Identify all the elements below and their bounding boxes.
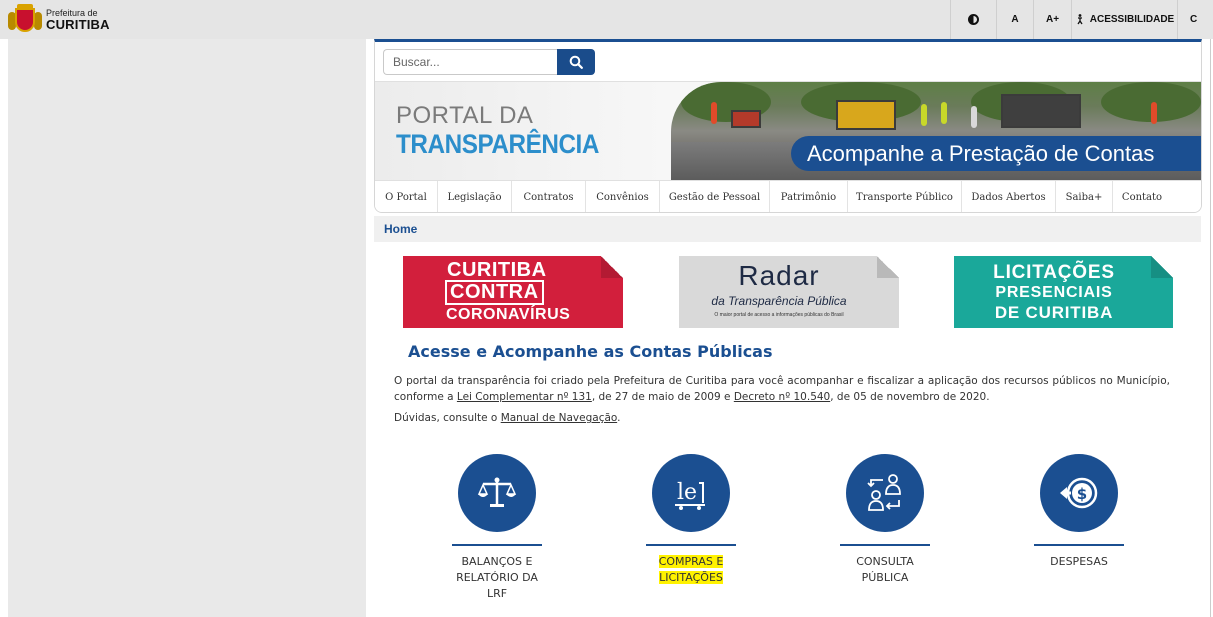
card-label-line: PÚBLICA xyxy=(861,571,909,584)
dollar-coin-icon[interactable]: $ xyxy=(1040,454,1118,532)
nav-legislacao[interactable]: Legislação xyxy=(438,181,512,212)
card-label[interactable]: COMPRAS E LICITAÇÕES xyxy=(626,554,756,586)
radar-tagline: O maior portal de acesso a informações p… xyxy=(714,312,844,318)
promo-radar-banner[interactable]: Radar da Transparência Pública O maior p… xyxy=(679,256,899,328)
nav-contato[interactable]: Contato xyxy=(1113,181,1171,212)
accessibility-label: ACESSIBILIDADE xyxy=(1089,14,1175,25)
people-exchange-icon[interactable] xyxy=(846,454,924,532)
scales-icon[interactable] xyxy=(458,454,536,532)
card-divider xyxy=(840,544,930,546)
card-compras-licitacoes[interactable]: le COMPRAS E LICITAÇÕES xyxy=(626,454,756,614)
covid-line1: CURITIBA xyxy=(447,259,547,281)
nav-o-portal[interactable]: O Portal xyxy=(375,181,438,212)
nav-saiba-mais[interactable]: Saiba+ xyxy=(1056,181,1113,212)
search-input[interactable] xyxy=(383,49,557,75)
breadcrumb: Home xyxy=(374,216,1201,242)
breadcrumb-home[interactable]: Home xyxy=(384,222,417,236)
top-bar: Prefeitura de CURITIBA A A+ ACESSIBILIDA… xyxy=(0,0,1213,39)
nav-gestao-pessoal[interactable]: Gestão de Pessoal xyxy=(660,181,770,212)
card-label-line: DESPESAS xyxy=(1050,555,1108,568)
svg-text:$: $ xyxy=(1077,485,1087,503)
lei-icon[interactable]: le xyxy=(652,454,730,532)
intro-text-3: , de 05 de novembro de 2020. xyxy=(830,391,990,403)
card-label[interactable]: DESPESAS xyxy=(1014,554,1144,570)
card-despesas[interactable]: $ DESPESAS xyxy=(1014,454,1144,614)
intro-paragraph: O portal da transparência foi criado pel… xyxy=(394,373,1170,405)
accessibility-button[interactable]: ACESSIBILIDADE xyxy=(1071,0,1177,39)
accessibility-bar: A A+ ACESSIBILIDADE C xyxy=(950,0,1213,39)
font-increase-button[interactable]: A+ xyxy=(1033,0,1071,39)
page-curl-icon xyxy=(877,256,899,278)
page-curl-icon xyxy=(1151,256,1173,278)
font-normal-button[interactable]: A xyxy=(996,0,1033,39)
left-empty-panel xyxy=(8,39,366,617)
card-balancos[interactable]: BALANÇOS E RELATÓRIO DA LRF xyxy=(432,454,562,614)
svg-text:le: le xyxy=(677,480,697,505)
card-label-line: RELATÓRIO DA xyxy=(456,571,538,584)
promo-covid-banner[interactable]: CURITIBA CONTRA CORONAVÍRUS xyxy=(403,256,623,328)
right-divider xyxy=(1210,39,1211,617)
nav-transporte-publico[interactable]: Transporte Público xyxy=(848,181,962,212)
search-icon xyxy=(569,55,583,69)
decree-link[interactable]: Decreto nº 10.540 xyxy=(734,391,830,403)
portal-header: PORTAL DA TRANSPARÊNCIA Acompanhe a Pres… xyxy=(374,39,1202,213)
card-label[interactable]: BALANÇOS E RELATÓRIO DA LRF xyxy=(432,554,562,602)
curitiba-logo[interactable]: Prefeitura de CURITIBA xyxy=(8,4,110,36)
radar-subtitle: da Transparência Pública xyxy=(711,294,847,308)
card-label[interactable]: CONSULTA PÚBLICA xyxy=(820,554,950,586)
licit-line3: DE CURITIBA xyxy=(994,303,1114,322)
card-divider xyxy=(452,544,542,546)
radar-title: Radar xyxy=(738,260,820,291)
licit-line2: PRESENCIAIS xyxy=(995,284,1113,301)
covid-line3: CORONAVÍRUS xyxy=(446,306,571,323)
logo-curitiba-text: CURITIBA xyxy=(46,17,110,32)
nav-contratos[interactable]: Contratos xyxy=(512,181,586,212)
main-nav: O Portal Legislação Contratos Convênios … xyxy=(375,180,1201,212)
card-divider xyxy=(646,544,736,546)
promo-licitacoes-banner[interactable]: LICITAÇÕES PRESENCIAIS DE CURITIBA xyxy=(954,256,1173,328)
card-label-line: CONSULTA xyxy=(856,555,914,568)
page-title: Acesse e Acompanhe as Contas Públicas xyxy=(408,342,773,361)
page-curl-icon xyxy=(601,256,623,278)
doubts-paragraph: Dúvidas, consulte o Manual de Navegação. xyxy=(394,412,621,424)
law-link[interactable]: Lei Complementar nº 131 xyxy=(457,391,592,403)
card-divider xyxy=(1034,544,1124,546)
contrast-icon xyxy=(968,14,979,25)
manual-link[interactable]: Manual de Navegação xyxy=(501,412,617,424)
licit-line1: LICITAÇÕES xyxy=(993,262,1115,283)
card-consulta-publica[interactable]: CONSULTA PÚBLICA xyxy=(820,454,950,614)
contrast-button[interactable] xyxy=(950,0,996,39)
covid-line2: CONTRA xyxy=(445,280,544,305)
search-row xyxy=(375,42,1201,82)
portal-banner: PORTAL DA TRANSPARÊNCIA Acompanhe a Pres… xyxy=(375,82,1201,180)
portal-title-line2[interactable]: TRANSPARÊNCIA xyxy=(396,129,599,160)
card-label-line: BALANÇOS E xyxy=(461,555,533,568)
coat-of-arms-icon xyxy=(8,4,42,36)
accessibility-icon xyxy=(1077,14,1083,25)
doubts-suffix: . xyxy=(617,412,621,424)
nav-convenios[interactable]: Convênios xyxy=(586,181,660,212)
banner-caption[interactable]: Acompanhe a Prestação de Contas xyxy=(791,136,1201,171)
card-label-line: COMPRAS E xyxy=(658,555,724,568)
doubts-prefix: Dúvidas, consulte o xyxy=(394,412,501,424)
nav-dados-abertos[interactable]: Dados Abertos xyxy=(962,181,1056,212)
search-button[interactable] xyxy=(557,49,595,75)
nav-patrimonio[interactable]: Patrimônio xyxy=(770,181,848,212)
topbar-overflow-item[interactable]: C xyxy=(1177,0,1213,39)
portal-title-line1: PORTAL DA xyxy=(396,102,534,129)
card-label-line: LICITAÇÕES xyxy=(659,571,723,584)
card-label-line: LRF xyxy=(486,587,508,600)
intro-text-2: , de 27 de maio de 2009 e xyxy=(591,391,734,403)
